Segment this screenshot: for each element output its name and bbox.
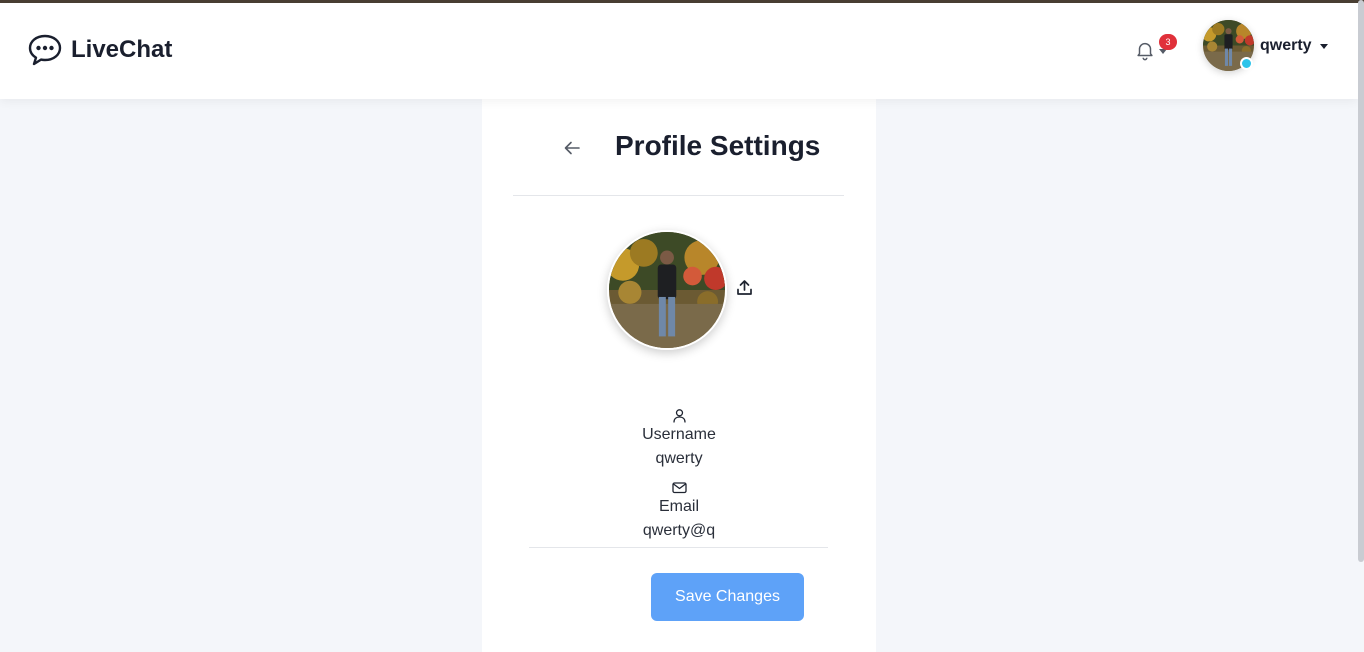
username-label: Username bbox=[642, 426, 716, 443]
email-value[interactable]: qwerty@q bbox=[482, 519, 876, 543]
email-label: Email bbox=[658, 498, 699, 515]
user-menu[interactable]: qwerty bbox=[1203, 20, 1328, 71]
page-title: Profile Settings bbox=[615, 130, 821, 161]
profile-avatar bbox=[607, 230, 727, 350]
brand-name: LiveChat bbox=[71, 36, 173, 63]
username-field: Username qwerty bbox=[482, 408, 876, 471]
navbar: LiveChat 3 qwerty bbox=[0, 3, 1358, 99]
brand[interactable]: LiveChat bbox=[27, 33, 172, 67]
card-header: Profile Settings bbox=[513, 99, 844, 196]
user-name: qwerty bbox=[1260, 36, 1312, 54]
mail-icon bbox=[671, 482, 687, 494]
profile-settings-card: Profile Settings Username qwerty Email q… bbox=[482, 99, 876, 652]
email-field: Email qwerty@q bbox=[482, 480, 876, 543]
speech-bubble-icon bbox=[28, 34, 62, 66]
nav-avatar-wrap bbox=[1203, 20, 1254, 71]
user-icon bbox=[672, 409, 686, 423]
notification-count-badge: 3 bbox=[1159, 34, 1177, 50]
divider bbox=[529, 547, 828, 548]
bell-icon bbox=[1137, 42, 1153, 61]
chevron-down-icon bbox=[1319, 44, 1328, 49]
arrow-left-icon[interactable] bbox=[563, 139, 581, 157]
online-status-dot bbox=[1240, 57, 1253, 70]
scrollbar[interactable] bbox=[1358, 0, 1364, 562]
save-changes-button[interactable]: Save Changes bbox=[651, 573, 804, 621]
notifications-button[interactable]: 3 bbox=[1134, 34, 1177, 63]
upload-icon[interactable] bbox=[736, 279, 753, 296]
username-value[interactable]: qwerty bbox=[482, 447, 876, 471]
